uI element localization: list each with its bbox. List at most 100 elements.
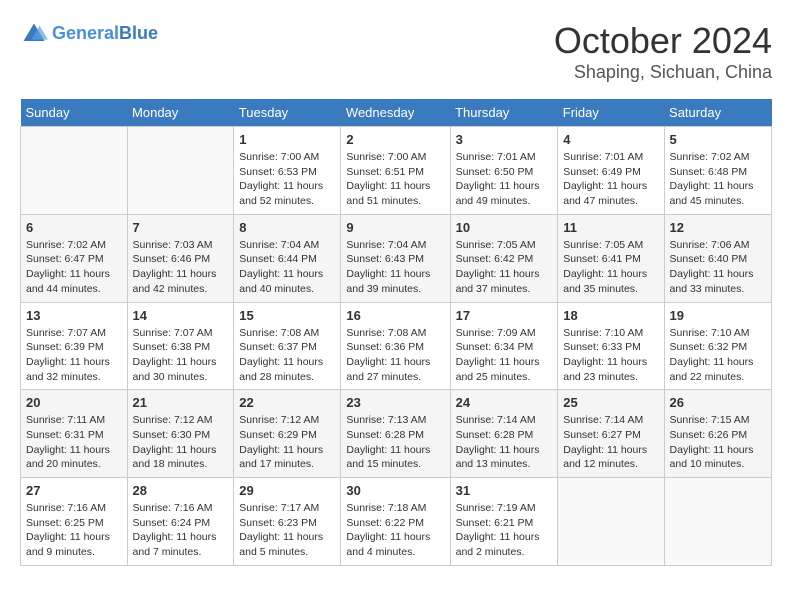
week-row-1: 1Sunrise: 7:00 AMSunset: 6:53 PMDaylight… xyxy=(21,127,772,215)
day-info: Sunrise: 7:16 AMSunset: 6:24 PMDaylight:… xyxy=(133,501,229,560)
day-info: Sunrise: 7:05 AMSunset: 6:42 PMDaylight:… xyxy=(456,238,553,297)
day-number: 6 xyxy=(26,220,122,235)
day-info: Sunrise: 7:12 AMSunset: 6:29 PMDaylight:… xyxy=(239,413,335,472)
day-info: Sunrise: 7:01 AMSunset: 6:50 PMDaylight:… xyxy=(456,150,553,209)
day-cell-4-2: 29 Sunrise: 7:17 AMSunset: 6:23 PMDayligh… xyxy=(234,478,341,566)
day-number: 1 xyxy=(239,132,335,147)
day-cell-3-3: 23 Sunrise: 7:13 AMSunset: 6:28 PMDayligh… xyxy=(341,390,450,478)
day-info: Sunrise: 7:17 AMSunset: 6:23 PMDaylight:… xyxy=(239,501,335,560)
day-cell-3-1: 21 Sunrise: 7:12 AMSunset: 6:30 PMDayligh… xyxy=(127,390,234,478)
day-cell-1-4: 10 Sunrise: 7:05 AMSunset: 6:42 PMDayligh… xyxy=(450,214,558,302)
day-cell-2-2: 15Sunrise: 7:08 AMSunset: 6:37 PMDayligh… xyxy=(234,302,341,390)
day-cell-0-3: 2 Sunrise: 7:00 AMSunset: 6:51 PMDaylight… xyxy=(341,127,450,215)
day-number: 7 xyxy=(133,220,229,235)
day-info: Sunrise: 7:07 AMSunset: 6:38 PMDaylight:… xyxy=(133,326,229,385)
day-cell-2-1: 14Sunrise: 7:07 AMSunset: 6:38 PMDayligh… xyxy=(127,302,234,390)
day-info: Sunrise: 7:09 AMSunset: 6:34 PMDaylight:… xyxy=(456,326,553,385)
day-number: 19 xyxy=(670,308,766,323)
logo-blue: Blue xyxy=(119,23,158,43)
day-number: 16 xyxy=(346,308,444,323)
day-cell-1-6: 12 Sunrise: 7:06 AMSunset: 6:40 PMDayligh… xyxy=(664,214,771,302)
day-number: 29 xyxy=(239,483,335,498)
day-info: Sunrise: 7:12 AMSunset: 6:30 PMDaylight:… xyxy=(133,413,229,472)
day-cell-2-4: 17 Sunrise: 7:09 AMSunset: 6:34 PMDayligh… xyxy=(450,302,558,390)
logo-text: GeneralBlue xyxy=(52,24,158,44)
day-info: Sunrise: 7:03 AMSunset: 6:46 PMDaylight:… xyxy=(133,238,229,297)
day-info: Sunrise: 7:04 AMSunset: 6:43 PMDaylight:… xyxy=(346,238,444,297)
day-cell-0-5: 4 Sunrise: 7:01 AMSunset: 6:49 PMDaylight… xyxy=(558,127,664,215)
day-number: 20 xyxy=(26,395,122,410)
week-row-2: 6 Sunrise: 7:02 AMSunset: 6:47 PMDaylight… xyxy=(21,214,772,302)
day-number: 21 xyxy=(133,395,229,410)
day-number: 23 xyxy=(346,395,444,410)
day-number: 25 xyxy=(563,395,658,410)
day-info: Sunrise: 7:01 AMSunset: 6:49 PMDaylight:… xyxy=(563,150,658,209)
week-row-3: 13 Sunrise: 7:07 AMSunset: 6:39 PMDayligh… xyxy=(21,302,772,390)
header-thursday: Thursday xyxy=(450,99,558,127)
header-tuesday: Tuesday xyxy=(234,99,341,127)
day-cell-0-4: 3 Sunrise: 7:01 AMSunset: 6:50 PMDaylight… xyxy=(450,127,558,215)
day-cell-1-5: 11 Sunrise: 7:05 AMSunset: 6:41 PMDayligh… xyxy=(558,214,664,302)
day-info: Sunrise: 7:07 AMSunset: 6:39 PMDaylight:… xyxy=(26,326,122,385)
day-cell-4-6 xyxy=(664,478,771,566)
day-cell-3-5: 25Sunrise: 7:14 AMSunset: 6:27 PMDayligh… xyxy=(558,390,664,478)
day-info: Sunrise: 7:14 AMSunset: 6:28 PMDaylight:… xyxy=(456,413,553,472)
day-info: Sunrise: 7:00 AMSunset: 6:51 PMDaylight:… xyxy=(346,150,444,209)
header-friday: Friday xyxy=(558,99,664,127)
logo-general: General xyxy=(52,23,119,43)
day-info: Sunrise: 7:18 AMSunset: 6:22 PMDaylight:… xyxy=(346,501,444,560)
logo: GeneralBlue xyxy=(20,20,158,48)
header-wednesday: Wednesday xyxy=(341,99,450,127)
day-number: 24 xyxy=(456,395,553,410)
day-info: Sunrise: 7:10 AMSunset: 6:32 PMDaylight:… xyxy=(670,326,766,385)
day-info: Sunrise: 7:05 AMSunset: 6:41 PMDaylight:… xyxy=(563,238,658,297)
day-cell-0-1 xyxy=(127,127,234,215)
day-number: 3 xyxy=(456,132,553,147)
week-row-5: 27 Sunrise: 7:16 AMSunset: 6:25 PMDayligh… xyxy=(21,478,772,566)
page-header: GeneralBlue October 2024 Shaping, Sichua… xyxy=(20,20,772,83)
day-number: 13 xyxy=(26,308,122,323)
day-number: 4 xyxy=(563,132,658,147)
logo-icon xyxy=(20,20,48,48)
day-cell-0-2: 1Sunrise: 7:00 AMSunset: 6:53 PMDaylight… xyxy=(234,127,341,215)
day-number: 18 xyxy=(563,308,658,323)
day-cell-1-0: 6 Sunrise: 7:02 AMSunset: 6:47 PMDaylight… xyxy=(21,214,128,302)
day-info: Sunrise: 7:06 AMSunset: 6:40 PMDaylight:… xyxy=(670,238,766,297)
day-number: 22 xyxy=(239,395,335,410)
day-cell-3-0: 20 Sunrise: 7:11 AMSunset: 6:31 PMDayligh… xyxy=(21,390,128,478)
day-cell-4-3: 30Sunrise: 7:18 AMSunset: 6:22 PMDayligh… xyxy=(341,478,450,566)
day-info: Sunrise: 7:08 AMSunset: 6:36 PMDaylight:… xyxy=(346,326,444,385)
day-number: 28 xyxy=(133,483,229,498)
day-number: 2 xyxy=(346,132,444,147)
day-cell-0-0 xyxy=(21,127,128,215)
day-number: 12 xyxy=(670,220,766,235)
calendar-table: Sunday Monday Tuesday Wednesday Thursday… xyxy=(20,99,772,566)
day-cell-4-1: 28 Sunrise: 7:16 AMSunset: 6:24 PMDayligh… xyxy=(127,478,234,566)
day-cell-3-4: 24 Sunrise: 7:14 AMSunset: 6:28 PMDayligh… xyxy=(450,390,558,478)
day-number: 15 xyxy=(239,308,335,323)
day-info: Sunrise: 7:13 AMSunset: 6:28 PMDaylight:… xyxy=(346,413,444,472)
day-info: Sunrise: 7:10 AMSunset: 6:33 PMDaylight:… xyxy=(563,326,658,385)
day-cell-0-6: 5Sunrise: 7:02 AMSunset: 6:48 PMDaylight… xyxy=(664,127,771,215)
day-number: 17 xyxy=(456,308,553,323)
title-block: October 2024 Shaping, Sichuan, China xyxy=(554,20,772,83)
day-number: 9 xyxy=(346,220,444,235)
day-number: 5 xyxy=(670,132,766,147)
day-cell-3-2: 22 Sunrise: 7:12 AMSunset: 6:29 PMDayligh… xyxy=(234,390,341,478)
header-sunday: Sunday xyxy=(21,99,128,127)
day-info: Sunrise: 7:16 AMSunset: 6:25 PMDaylight:… xyxy=(26,501,122,560)
day-cell-4-4: 31Sunrise: 7:19 AMSunset: 6:21 PMDayligh… xyxy=(450,478,558,566)
day-cell-2-6: 19 Sunrise: 7:10 AMSunset: 6:32 PMDayligh… xyxy=(664,302,771,390)
day-number: 31 xyxy=(456,483,553,498)
day-info: Sunrise: 7:11 AMSunset: 6:31 PMDaylight:… xyxy=(26,413,122,472)
day-number: 27 xyxy=(26,483,122,498)
day-info: Sunrise: 7:02 AMSunset: 6:47 PMDaylight:… xyxy=(26,238,122,297)
day-info: Sunrise: 7:15 AMSunset: 6:26 PMDaylight:… xyxy=(670,413,766,472)
header-saturday: Saturday xyxy=(664,99,771,127)
day-cell-3-6: 26Sunrise: 7:15 AMSunset: 6:26 PMDayligh… xyxy=(664,390,771,478)
day-cell-2-3: 16 Sunrise: 7:08 AMSunset: 6:36 PMDayligh… xyxy=(341,302,450,390)
day-number: 10 xyxy=(456,220,553,235)
day-number: 11 xyxy=(563,220,658,235)
day-cell-2-5: 18 Sunrise: 7:10 AMSunset: 6:33 PMDayligh… xyxy=(558,302,664,390)
day-cell-1-1: 7 Sunrise: 7:03 AMSunset: 6:46 PMDaylight… xyxy=(127,214,234,302)
